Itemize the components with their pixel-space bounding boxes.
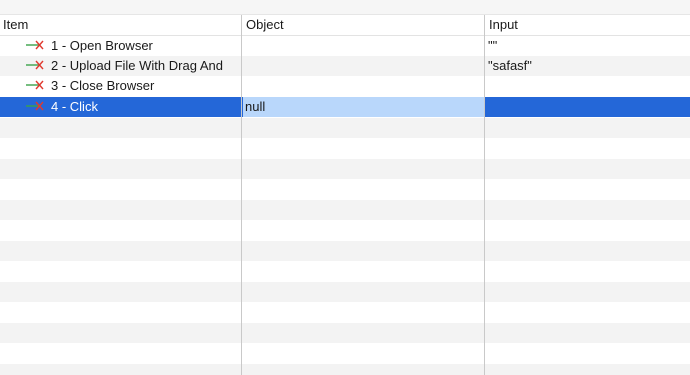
table-row[interactable]: 1 - Open Browser "" xyxy=(0,36,690,56)
empty-row xyxy=(0,159,690,179)
empty-row xyxy=(0,302,690,322)
failed-step-icon xyxy=(26,40,44,50)
top-bar xyxy=(0,0,690,15)
column-header-input[interactable]: Input xyxy=(486,15,690,35)
failed-step-icon xyxy=(26,60,44,70)
object-cell[interactable] xyxy=(243,76,484,96)
empty-row xyxy=(0,343,690,363)
empty-row xyxy=(0,282,690,302)
table-header: Item Object Input xyxy=(0,15,690,36)
empty-row xyxy=(0,220,690,240)
test-steps-table: 1 - Open Browser "" 2 - Upload File With… xyxy=(0,36,690,375)
empty-row xyxy=(0,261,690,281)
failed-step-icon xyxy=(26,80,44,90)
table-row-selected[interactable]: 4 - Click null xyxy=(0,97,690,117)
empty-row xyxy=(0,138,690,158)
input-cell[interactable]: "" xyxy=(486,36,690,56)
input-cell[interactable] xyxy=(486,76,690,96)
column-divider[interactable] xyxy=(484,15,485,375)
item-label: 3 - Close Browser xyxy=(51,78,155,93)
input-cell[interactable] xyxy=(486,97,690,117)
table-row[interactable]: 2 - Upload File With Drag And "safasf" xyxy=(0,56,690,76)
column-divider[interactable] xyxy=(241,15,242,375)
item-cell[interactable]: 2 - Upload File With Drag And xyxy=(0,56,241,76)
empty-row xyxy=(0,179,690,199)
column-header-object[interactable]: Object xyxy=(243,15,484,35)
object-cell-editing[interactable]: null xyxy=(243,97,484,117)
item-cell[interactable]: 3 - Close Browser xyxy=(0,76,241,96)
empty-row xyxy=(0,200,690,220)
item-label: 1 - Open Browser xyxy=(51,38,153,53)
item-label: 2 - Upload File With Drag And xyxy=(51,58,223,73)
item-label: 4 - Click xyxy=(51,99,98,114)
object-cell[interactable] xyxy=(243,56,484,76)
empty-row xyxy=(0,364,690,375)
table-row[interactable]: 3 - Close Browser xyxy=(0,76,690,96)
input-cell[interactable]: "safasf" xyxy=(486,56,690,76)
item-cell[interactable]: 4 - Click xyxy=(0,97,241,117)
empty-row xyxy=(0,118,690,138)
failed-step-icon xyxy=(26,101,44,111)
object-cell[interactable] xyxy=(243,36,484,56)
column-header-item[interactable]: Item xyxy=(0,15,241,35)
empty-row xyxy=(0,323,690,343)
item-cell[interactable]: 1 - Open Browser xyxy=(0,36,241,56)
empty-row xyxy=(0,241,690,261)
